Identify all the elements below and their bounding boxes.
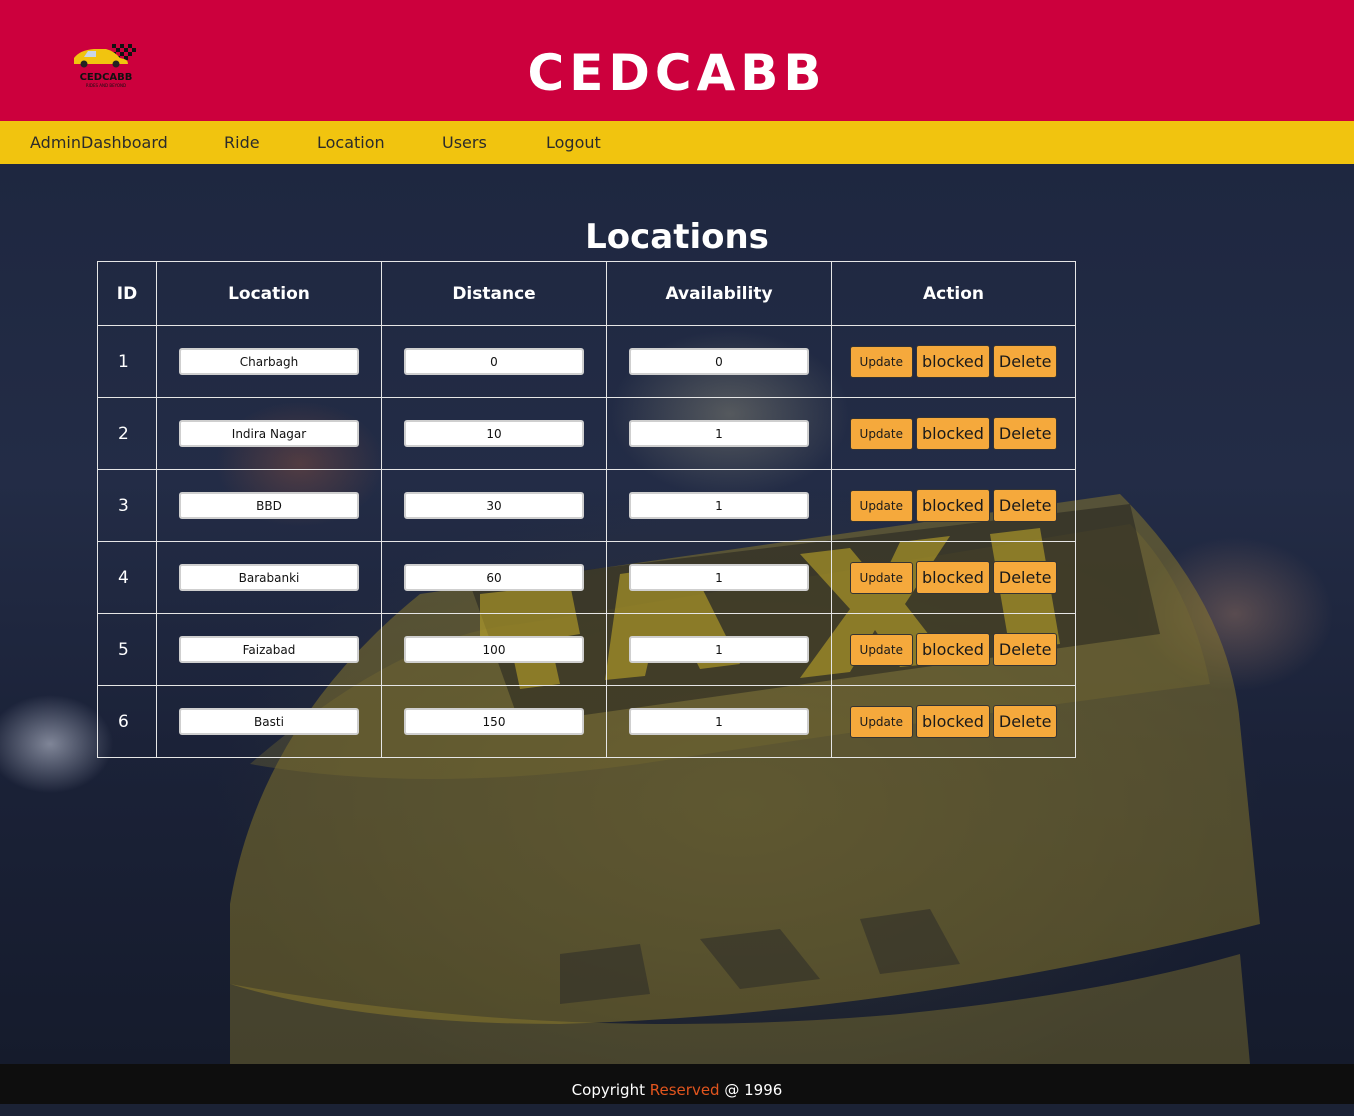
- availability-input[interactable]: [629, 636, 809, 663]
- nav-item-admin-dashboard[interactable]: AdminDashboard: [30, 121, 168, 164]
- footer-year: @ 1996: [724, 1081, 783, 1099]
- page-title: Locations: [585, 217, 769, 257]
- table-row: 3 Update blocked Delete: [97, 469, 1076, 542]
- availability-input[interactable]: [629, 492, 809, 519]
- table-row: 6 Update blocked Delete: [97, 685, 1076, 758]
- delete-button[interactable]: Delete: [992, 489, 1058, 522]
- main-nav: AdminDashboard Ride Location Users Logou…: [0, 121, 1354, 164]
- site-title: CEDCABB: [527, 44, 827, 102]
- distance-input[interactable]: [404, 708, 584, 735]
- distance-input[interactable]: [404, 420, 584, 447]
- blocked-button[interactable]: blocked: [916, 489, 990, 522]
- site-footer: Copyright Reserved @ 1996: [0, 1064, 1354, 1104]
- distance-input[interactable]: [404, 492, 584, 519]
- update-button[interactable]: Update: [849, 489, 913, 522]
- delete-button[interactable]: Delete: [992, 705, 1058, 738]
- footer-reserved-link[interactable]: Reserved: [650, 1081, 720, 1099]
- update-button[interactable]: Update: [849, 417, 913, 450]
- table-row: 1 Update blocked Delete: [97, 325, 1076, 398]
- blocked-button[interactable]: blocked: [916, 633, 990, 666]
- delete-button[interactable]: Delete: [992, 417, 1058, 450]
- site-header: CEDCABB RIDES AND BEYOND CEDCABB: [0, 0, 1354, 121]
- table-row: 4 Update blocked Delete: [97, 541, 1076, 614]
- locations-table: ID Location Distance Availability Action…: [97, 261, 1076, 758]
- blocked-button[interactable]: blocked: [916, 417, 990, 450]
- update-button[interactable]: Update: [849, 705, 913, 738]
- nav-item-location[interactable]: Location: [317, 121, 385, 164]
- delete-button[interactable]: Delete: [992, 561, 1058, 594]
- column-header-id: ID: [97, 261, 157, 326]
- main-content: Locations ID Location Distance Availabil…: [0, 164, 1354, 1064]
- column-header-distance: Distance: [381, 261, 607, 326]
- blocked-button[interactable]: blocked: [916, 345, 990, 378]
- footer-copyright-prefix: Copyright: [571, 1081, 645, 1099]
- row-id: 6: [97, 685, 157, 758]
- location-input[interactable]: [179, 420, 359, 447]
- column-header-action: Action: [831, 261, 1076, 326]
- column-header-location: Location: [156, 261, 382, 326]
- location-input[interactable]: [179, 708, 359, 735]
- distance-input[interactable]: [404, 348, 584, 375]
- row-id: 3: [97, 469, 157, 542]
- location-input[interactable]: [179, 492, 359, 519]
- delete-button[interactable]: Delete: [992, 345, 1058, 378]
- column-header-availability: Availability: [606, 261, 832, 326]
- blocked-button[interactable]: blocked: [916, 705, 990, 738]
- row-id: 5: [97, 613, 157, 686]
- table-header-row: ID Location Distance Availability Action: [97, 261, 1076, 326]
- update-button[interactable]: Update: [849, 633, 913, 666]
- distance-input[interactable]: [404, 564, 584, 591]
- row-id: 1: [97, 325, 157, 398]
- nav-item-logout[interactable]: Logout: [546, 121, 601, 164]
- availability-input[interactable]: [629, 708, 809, 735]
- blocked-button[interactable]: blocked: [916, 561, 990, 594]
- location-input[interactable]: [179, 348, 359, 375]
- distance-input[interactable]: [404, 636, 584, 663]
- location-input[interactable]: [179, 564, 359, 591]
- update-button[interactable]: Update: [849, 561, 913, 594]
- availability-input[interactable]: [629, 348, 809, 375]
- location-input[interactable]: [179, 636, 359, 663]
- availability-input[interactable]: [629, 420, 809, 447]
- nav-item-users[interactable]: Users: [442, 121, 487, 164]
- table-row: 5 Update blocked Delete: [97, 613, 1076, 686]
- row-id: 2: [97, 397, 157, 470]
- table-row: 2 Update blocked Delete: [97, 397, 1076, 470]
- row-id: 4: [97, 541, 157, 614]
- nav-item-ride[interactable]: Ride: [224, 121, 260, 164]
- delete-button[interactable]: Delete: [992, 633, 1058, 666]
- update-button[interactable]: Update: [849, 345, 913, 378]
- availability-input[interactable]: [629, 564, 809, 591]
